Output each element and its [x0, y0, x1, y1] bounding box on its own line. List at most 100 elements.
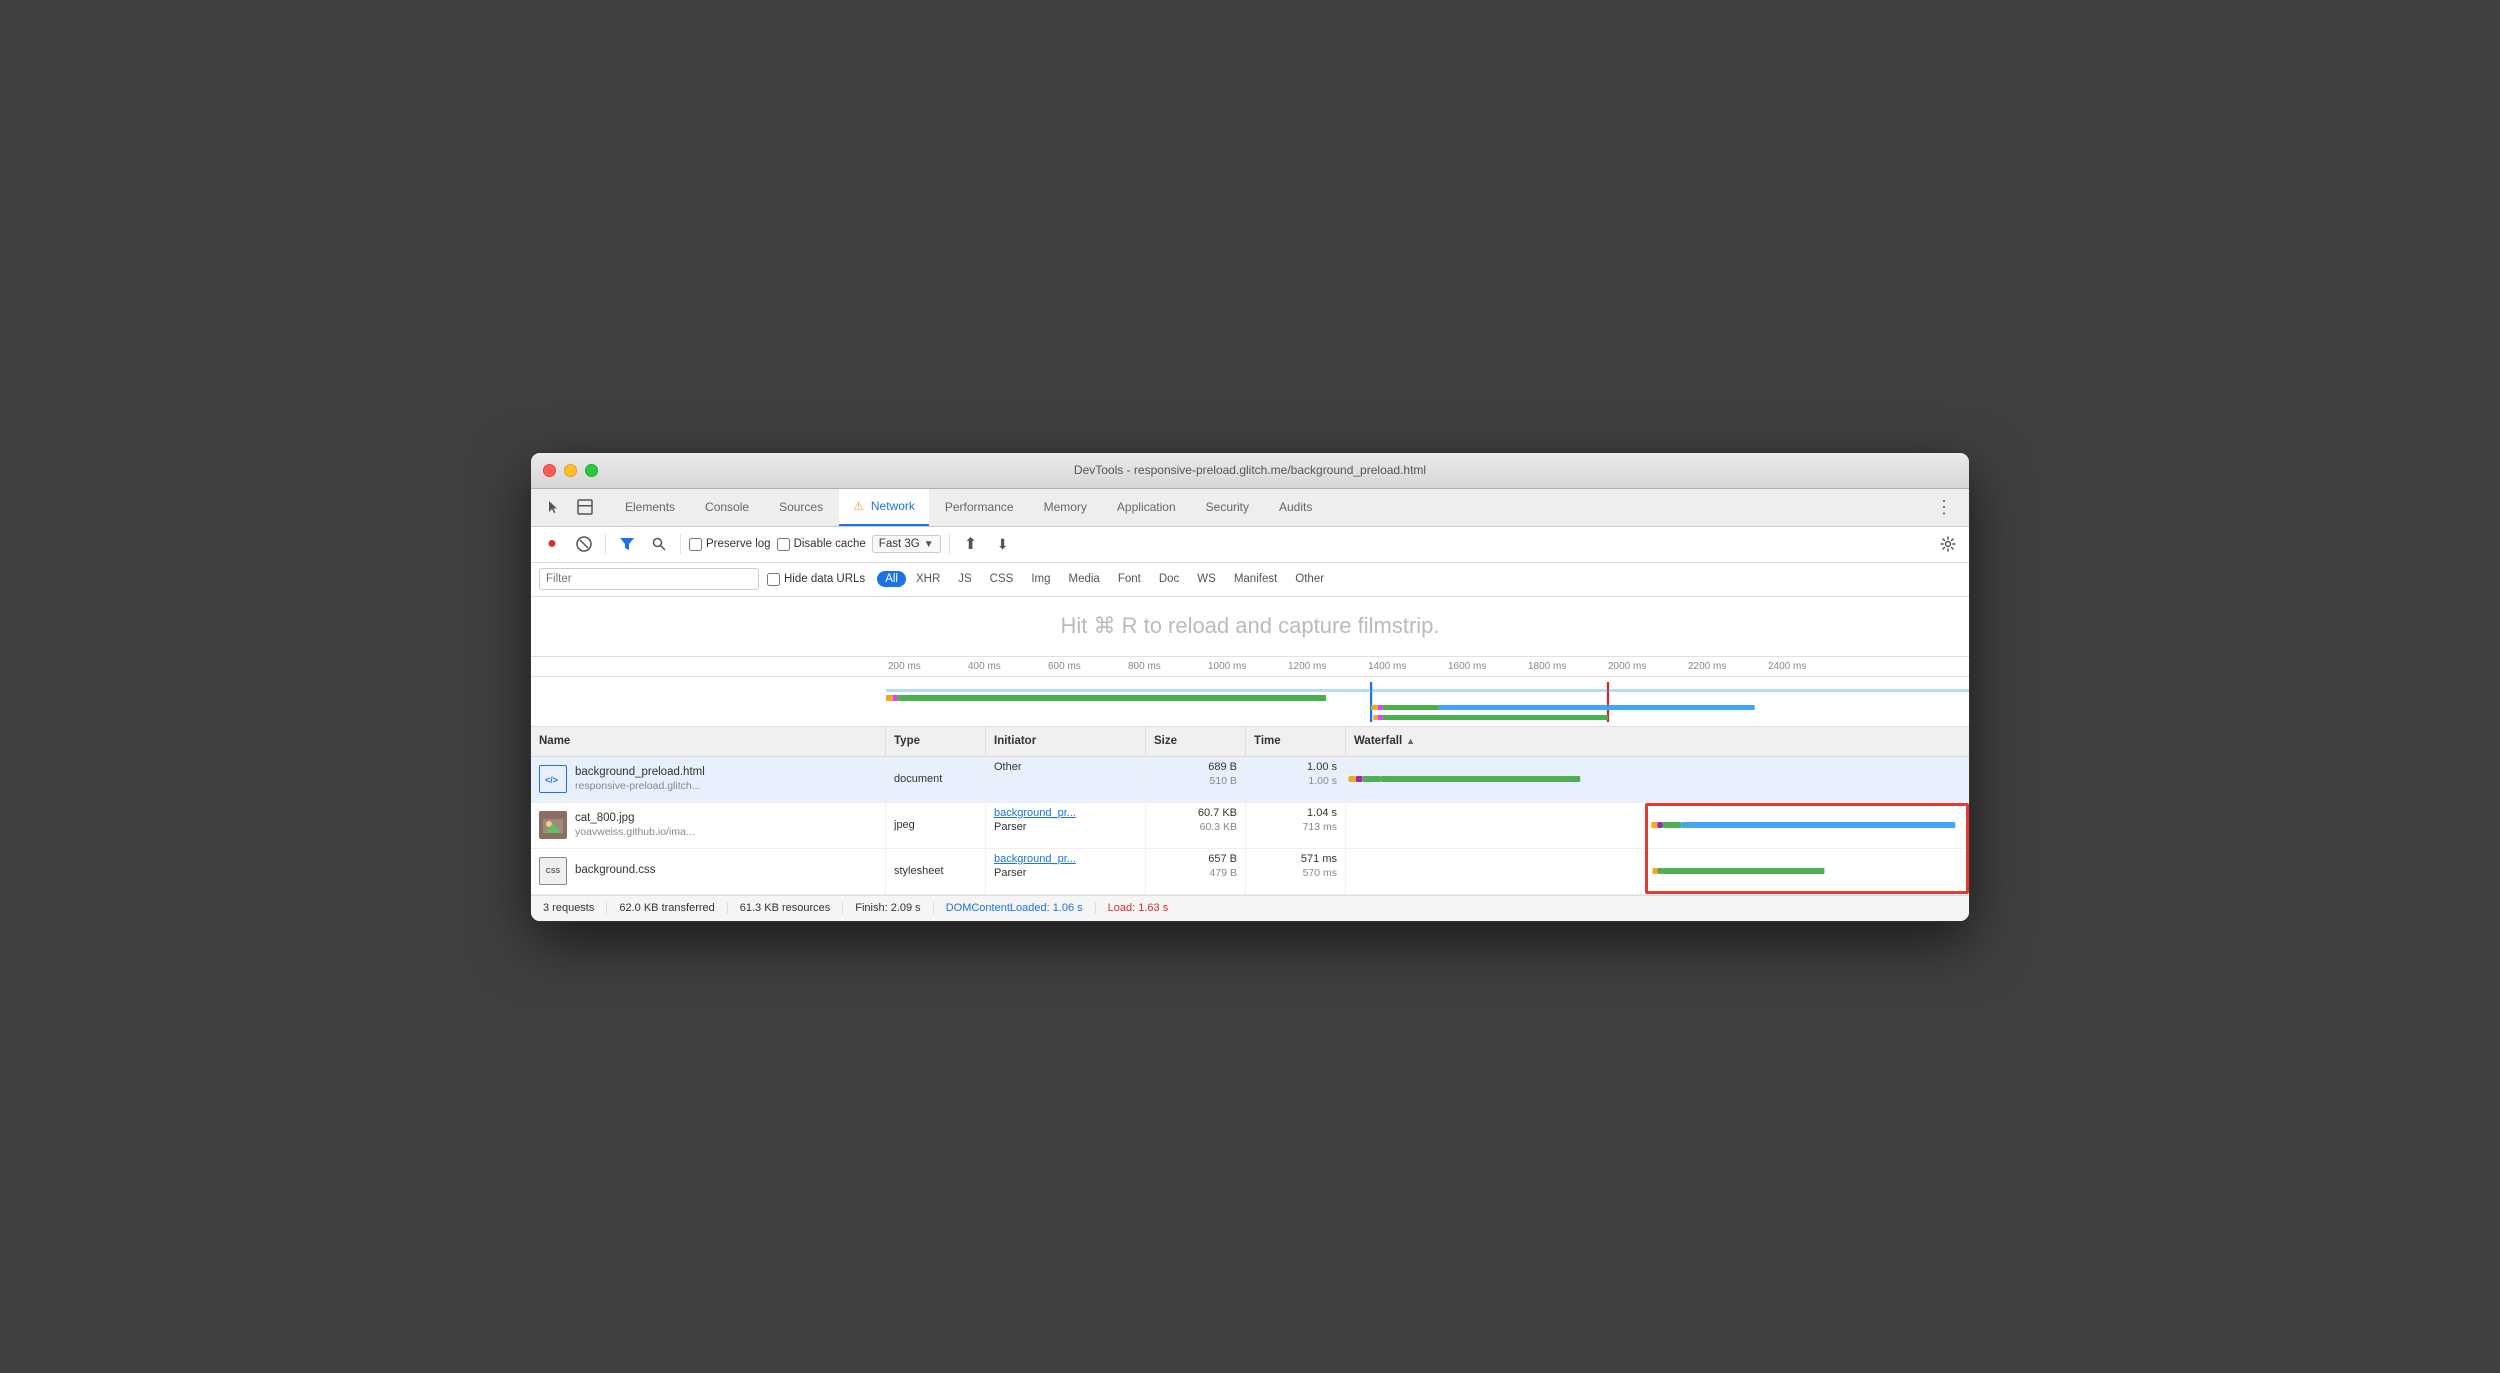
initiator-sub-2: Parser — [994, 867, 1026, 879]
ruler-mark-600: 600 ms — [1046, 661, 1126, 672]
ruler-mark-400: 400 ms — [966, 661, 1046, 672]
filename-1: cat_800.jpg — [575, 812, 695, 824]
throttle-value: Fast 3G — [879, 538, 920, 550]
initiator-main-1[interactable]: background_pr... — [994, 807, 1076, 819]
finish-time: Finish: 2.09 s — [843, 902, 933, 914]
th-time[interactable]: Time — [1246, 727, 1346, 756]
preserve-log-checkbox[interactable]: Preserve log — [689, 538, 771, 551]
toolbar-divider-1 — [605, 534, 606, 554]
tab-elements[interactable]: Elements — [611, 488, 689, 526]
ruler-mark-2400: 2400 ms — [1766, 661, 1846, 672]
td-waterfall-2 — [1346, 849, 1969, 894]
preserve-log-input[interactable] — [689, 538, 702, 551]
tab-sources[interactable]: Sources — [765, 488, 837, 526]
clear-button[interactable] — [571, 531, 597, 557]
ruler-mark-200: 200 ms — [886, 661, 966, 672]
more-tabs-button[interactable]: ⋮ — [1927, 497, 1961, 518]
size-main-1: 60.7 KB — [1198, 807, 1237, 819]
disable-cache-checkbox[interactable]: Disable cache — [777, 538, 866, 551]
preserve-log-label: Preserve log — [706, 538, 771, 550]
table-row[interactable]: cat_800.jpg yoavweiss.github.io/ima... j… — [531, 803, 1969, 849]
toolbar-divider-3 — [949, 534, 950, 554]
disable-cache-input[interactable] — [777, 538, 790, 551]
file-name-group-0: background_preload.html responsive-prelo… — [575, 766, 705, 792]
filter-type-all[interactable]: All — [877, 571, 906, 587]
file-name-group-1: cat_800.jpg yoavweiss.github.io/ima... — [575, 812, 695, 838]
td-initiator-0: Other — [986, 757, 1146, 802]
tab-security[interactable]: Security — [1192, 488, 1263, 526]
filter-type-other[interactable]: Other — [1287, 571, 1332, 587]
maximize-button[interactable] — [585, 464, 598, 477]
timeline-bars-area — [531, 677, 1969, 727]
tab-performance[interactable]: Performance — [931, 488, 1028, 526]
filmstrip-message: Hit ⌘ R to reload and capture filmstrip. — [1060, 613, 1439, 639]
tab-console-label: Console — [705, 500, 749, 514]
tab-performance-label: Performance — [945, 500, 1014, 514]
tab-memory[interactable]: Memory — [1030, 488, 1101, 526]
tab-application-label: Application — [1117, 500, 1176, 514]
ruler-mark-800: 800 ms — [1126, 661, 1206, 672]
td-time-1: 1.04 s 713 ms — [1246, 803, 1346, 848]
table-row[interactable]: </> background_preload.html responsive-p… — [531, 757, 1969, 803]
td-initiator-1: background_pr... Parser — [986, 803, 1146, 848]
th-name[interactable]: Name — [531, 727, 886, 756]
hide-data-urls-input[interactable] — [767, 573, 780, 586]
minimize-button[interactable] — [564, 464, 577, 477]
search-button[interactable] — [646, 531, 672, 557]
import-button[interactable]: ⬆ — [958, 531, 984, 557]
tab-network[interactable]: ⚠ Network — [839, 488, 929, 526]
filter-input[interactable] — [539, 568, 759, 590]
requests-count: 3 requests — [543, 902, 607, 914]
ruler-mark-1000: 1000 ms — [1206, 661, 1286, 672]
th-initiator[interactable]: Initiator — [986, 727, 1146, 756]
td-time-0: 1.00 s 1.00 s — [1246, 757, 1346, 802]
td-size-1: 60.7 KB 60.3 KB — [1146, 803, 1246, 848]
record-button[interactable]: ● — [539, 531, 565, 557]
dock-icon[interactable] — [571, 493, 599, 521]
close-button[interactable] — [543, 464, 556, 477]
time-main-1: 1.04 s — [1307, 807, 1337, 819]
td-initiator-2: background_pr... Parser — [986, 849, 1146, 894]
throttle-select[interactable]: Fast 3G ▼ — [872, 535, 941, 553]
td-name-1: cat_800.jpg yoavweiss.github.io/ima... — [531, 803, 886, 848]
hide-data-urls-label: Hide data URLs — [784, 573, 865, 585]
tab-application[interactable]: Application — [1103, 488, 1190, 526]
time-sub-0: 1.00 s — [1308, 775, 1337, 787]
initiator-main-2[interactable]: background_pr... — [994, 853, 1076, 865]
tab-audits[interactable]: Audits — [1265, 488, 1326, 526]
filter-type-ws[interactable]: WS — [1189, 571, 1224, 587]
devtools-panel: Elements Console Sources ⚠ Network Perfo… — [531, 489, 1969, 921]
ruler-mark-1800: 1800 ms — [1526, 661, 1606, 672]
html-file-icon: </> — [539, 765, 567, 793]
hide-data-urls-checkbox[interactable]: Hide data URLs — [767, 573, 865, 586]
size-sub-1: 60.3 KB — [1200, 821, 1237, 833]
cursor-icon[interactable] — [539, 493, 567, 521]
filter-button[interactable] — [614, 531, 640, 557]
size-main-0: 689 B — [1208, 761, 1237, 773]
filter-type-manifest[interactable]: Manifest — [1226, 571, 1285, 587]
devtools-window: DevTools - responsive-preload.glitch.me/… — [530, 452, 1970, 922]
filter-type-css[interactable]: CSS — [982, 571, 1022, 587]
ruler-mark-1200: 1200 ms — [1286, 661, 1366, 672]
td-name-2: CSS background.css — [531, 849, 886, 894]
filter-type-doc[interactable]: Doc — [1151, 571, 1187, 587]
filter-type-img[interactable]: Img — [1023, 571, 1058, 587]
th-size[interactable]: Size — [1146, 727, 1246, 756]
th-waterfall[interactable]: Waterfall — [1346, 727, 1969, 756]
th-type[interactable]: Type — [886, 727, 986, 756]
filter-type-font[interactable]: Font — [1110, 571, 1149, 587]
network-toolbar: ● Preserve — [531, 527, 1969, 563]
toolbar-divider-2 — [680, 534, 681, 554]
settings-button[interactable] — [1935, 531, 1961, 557]
filter-type-media[interactable]: Media — [1061, 571, 1108, 587]
filter-type-xhr[interactable]: XHR — [908, 571, 948, 587]
tab-console[interactable]: Console — [691, 488, 763, 526]
dom-content-loaded: DOMContentLoaded: 1.06 s — [934, 902, 1096, 914]
fileurl-0: responsive-preload.glitch... — [575, 780, 705, 792]
table-row[interactable]: CSS background.css stylesheet background… — [531, 849, 1969, 895]
type-value-1: jpeg — [894, 819, 915, 831]
export-button[interactable]: ⬇ — [990, 531, 1016, 557]
td-time-2: 571 ms 570 ms — [1246, 849, 1346, 894]
filter-type-js[interactable]: JS — [950, 571, 979, 587]
tab-network-label: Network — [871, 499, 915, 513]
